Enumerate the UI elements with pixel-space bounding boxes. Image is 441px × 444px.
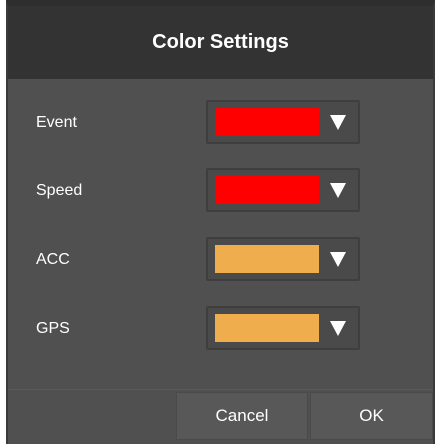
setting-label-acc: ACC bbox=[36, 251, 70, 268]
setting-row-acc: ACC bbox=[8, 237, 433, 285]
chevron-down-icon[interactable] bbox=[330, 183, 346, 198]
acc-color-swatch bbox=[215, 245, 319, 273]
ok-button[interactable]: OK bbox=[310, 392, 433, 440]
dialog-title: Color Settings bbox=[152, 31, 289, 53]
event-color-swatch bbox=[215, 108, 319, 136]
speed-color-picker[interactable] bbox=[206, 168, 360, 212]
setting-label-speed: Speed bbox=[36, 182, 83, 199]
color-settings-dialog: Color Settings Event Speed ACC GPS Cance… bbox=[6, 0, 435, 444]
setting-label-event: Event bbox=[36, 114, 77, 131]
setting-row-speed: Speed bbox=[8, 168, 433, 216]
chevron-down-icon[interactable] bbox=[330, 321, 346, 336]
setting-row-event: Event bbox=[8, 100, 433, 148]
chevron-down-icon[interactable] bbox=[330, 115, 346, 130]
footer-divider bbox=[8, 389, 433, 390]
gps-color-picker[interactable] bbox=[206, 306, 360, 350]
cancel-button[interactable]: Cancel bbox=[176, 392, 308, 440]
speed-color-swatch bbox=[215, 176, 319, 204]
event-color-picker[interactable] bbox=[206, 100, 360, 144]
acc-color-picker[interactable] bbox=[206, 237, 360, 281]
setting-label-gps: GPS bbox=[36, 320, 70, 337]
setting-row-gps: GPS bbox=[8, 306, 433, 354]
gps-color-swatch bbox=[215, 314, 319, 342]
chevron-down-icon[interactable] bbox=[330, 252, 346, 267]
dialog-title-bar: Color Settings bbox=[8, 6, 433, 79]
